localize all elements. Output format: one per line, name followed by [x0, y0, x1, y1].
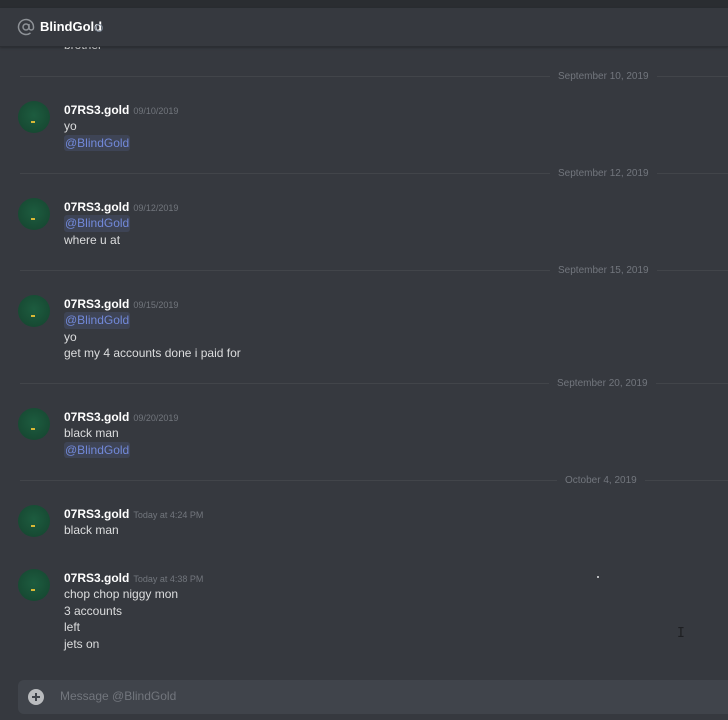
- message-author[interactable]: 07RS3.gold: [64, 507, 129, 521]
- avatar[interactable]: [18, 295, 50, 327]
- mouse-cursor-dot: [597, 576, 599, 578]
- date-divider-label: September 12, 2019: [550, 167, 657, 181]
- message-text: jets on: [64, 636, 100, 651]
- message-author[interactable]: 07RS3.gold: [64, 571, 129, 585]
- message-input-placeholder[interactable]: Message @BlindGold: [60, 689, 176, 703]
- date-divider-label: September 20, 2019: [549, 377, 656, 391]
- message-timestamp: 09/15/2019: [133, 300, 179, 310]
- avatar[interactable]: [18, 101, 50, 133]
- offline-status-icon: [95, 24, 103, 32]
- date-divider: September 10, 2019: [20, 70, 728, 84]
- date-divider-label: September 15, 2019: [550, 264, 657, 278]
- avatar[interactable]: [18, 569, 50, 601]
- avatar[interactable]: [18, 198, 50, 230]
- date-divider: September 20, 2019: [20, 377, 728, 391]
- window-top-strip: [0, 0, 728, 8]
- message-text: where u at: [64, 232, 121, 247]
- date-divider-label: September 10, 2019: [550, 70, 657, 84]
- message-author[interactable]: 07RS3.gold: [64, 103, 129, 117]
- date-divider: October 4, 2019: [20, 474, 728, 488]
- channel-header: BlindGold: [0, 8, 728, 47]
- user-mention[interactable]: @BlindGold: [64, 134, 131, 151]
- user-mention[interactable]: @BlindGold: [64, 215, 131, 232]
- message-timestamp: 09/10/2019: [133, 106, 179, 116]
- plus-circle-icon[interactable]: [28, 689, 44, 705]
- message-timestamp: 09/20/2019: [133, 413, 179, 423]
- date-divider: September 15, 2019: [20, 264, 728, 278]
- message-timestamp: Today at 4:24 PM: [133, 510, 204, 520]
- message-list[interactable]: brother September 10, 2019 07RS3.gold09/…: [0, 46, 728, 676]
- message-text: left: [64, 620, 81, 634]
- header-username[interactable]: BlindGold: [40, 19, 102, 34]
- avatar[interactable]: [18, 408, 50, 440]
- user-mention[interactable]: @BlindGold: [64, 312, 131, 329]
- message-text: chop chop niggy mon: [64, 587, 179, 601]
- date-divider: September 12, 2019: [20, 167, 728, 181]
- message-timestamp: 09/12/2019: [133, 203, 179, 213]
- message-author[interactable]: 07RS3.gold: [64, 200, 129, 214]
- message-text: yo: [64, 119, 77, 133]
- message-author[interactable]: 07RS3.gold: [64, 410, 129, 424]
- message-text: get my 4 accounts done i paid for: [64, 346, 241, 360]
- message-timestamp: Today at 4:38 PM: [133, 574, 204, 584]
- user-mention[interactable]: @BlindGold: [64, 441, 131, 458]
- at-sign-icon: [17, 18, 35, 36]
- message-composer[interactable]: Message @BlindGold: [18, 680, 728, 714]
- date-divider-label: October 4, 2019: [557, 474, 645, 488]
- message-text: black man: [64, 426, 119, 440]
- message-author[interactable]: 07RS3.gold: [64, 297, 129, 311]
- message-text: 3 accounts: [64, 603, 123, 618]
- avatar[interactable]: [18, 505, 50, 537]
- message-text: black man: [64, 523, 119, 537]
- text-cursor-icon: I: [677, 626, 685, 641]
- message-text: yo: [64, 329, 77, 344]
